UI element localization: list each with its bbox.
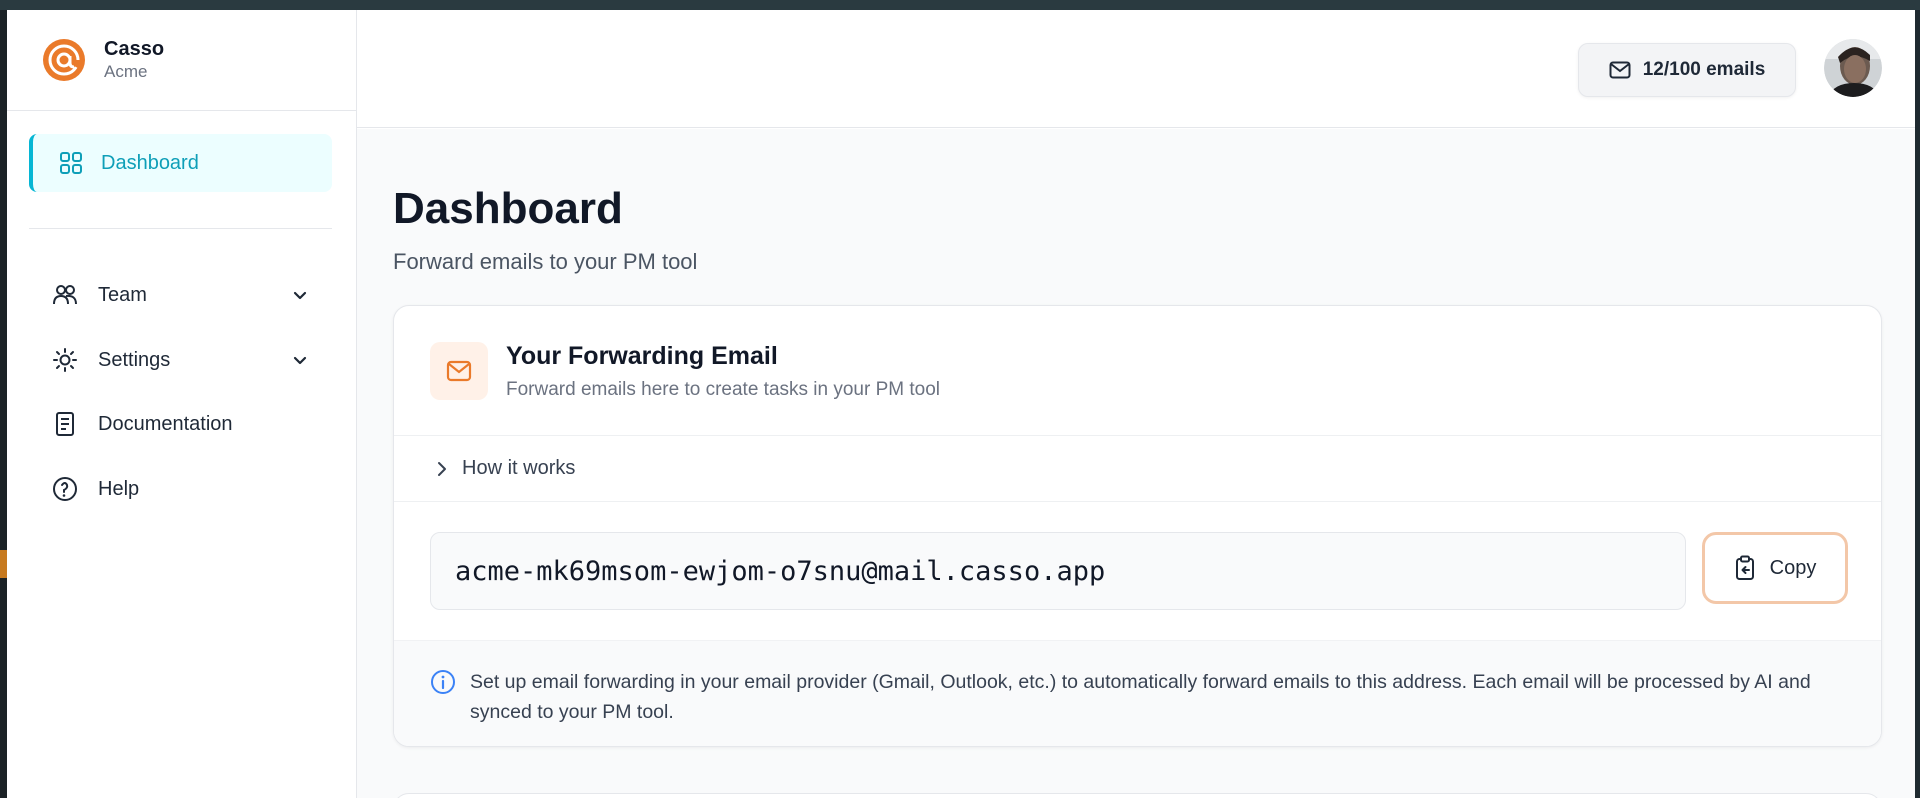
mail-icon [1609,61,1631,79]
user-avatar[interactable] [1824,39,1882,97]
top-header: 12/100 emails [357,10,1915,128]
email-quota-text: 12/100 emails [1642,59,1766,80]
card-icon-box [430,342,488,400]
window-top-strip [0,0,1920,10]
chevron-right-icon [438,461,446,476]
clipboard-icon [1735,555,1754,580]
sidebar: Casso Acme Dashboard Team Settings Docum… [7,10,357,798]
main-content: Dashboard Forward emails to your PM tool… [357,129,1915,798]
document-icon [56,412,74,436]
info-text: Set up email forwarding in your email pr… [470,671,1811,723]
mail-icon [446,360,472,382]
casso-logo-icon [43,39,85,81]
sidebar-item-label: Dashboard [101,151,199,174]
how-it-works-toggle[interactable]: How it works [394,436,1881,502]
sidebar-item-label: Team [98,283,147,306]
card-title: Your Forwarding Email [506,342,778,370]
sidebar-item-team[interactable]: Team [52,275,322,315]
sidebar-item-documentation[interactable]: Documentation [52,404,322,444]
app-window: Casso Acme Dashboard Team Settings Docum… [7,10,1915,798]
next-card-edge [393,793,1882,798]
brand-org: Acme [104,62,148,81]
brand-name: Casso [104,38,165,60]
edge-marker [0,550,7,578]
sidebar-item-settings[interactable]: Settings [52,340,322,380]
sidebar-item-label: Help [98,477,140,500]
sidebar-item-dashboard[interactable]: Dashboard [29,134,332,192]
page-subtitle: Forward emails to your PM tool [393,249,698,274]
brand-text: Casso Acme [104,37,164,83]
sidebar-item-help[interactable]: Help [52,469,322,509]
info-notice: Set up email forwarding in your email pr… [394,640,1881,746]
sidebar-item-label: Documentation [98,412,233,435]
chevron-down-icon[interactable] [290,285,310,305]
help-circle-icon [53,477,77,501]
info-icon [431,670,455,694]
email-quota-badge[interactable]: 12/100 emails [1578,43,1796,97]
forwarding-email-card: Your Forwarding Email Forward emails her… [393,305,1882,747]
card-header: Your Forwarding Email Forward emails her… [394,306,1881,436]
address-row: acme-mk69msom-ewjom-o7snu@mail.casso.app… [394,502,1881,640]
card-subtitle: Forward emails here to create tasks in y… [506,379,941,400]
sidebar-item-label: Settings [98,348,171,371]
page-title: Dashboard [393,184,623,233]
forwarding-address-field[interactable]: acme-mk69msom-ewjom-o7snu@mail.casso.app [430,532,1686,610]
settings-icon [53,348,77,372]
brand[interactable]: Casso Acme [7,10,356,111]
chevron-down-icon[interactable] [290,350,310,370]
grid-icon [60,152,82,174]
window-left-edge [0,10,7,798]
copy-label: Copy [1769,556,1817,579]
copy-button[interactable]: Copy [1702,532,1848,604]
how-it-works-label: How it works [462,457,576,479]
users-icon [53,285,77,305]
nav-divider [29,228,332,229]
